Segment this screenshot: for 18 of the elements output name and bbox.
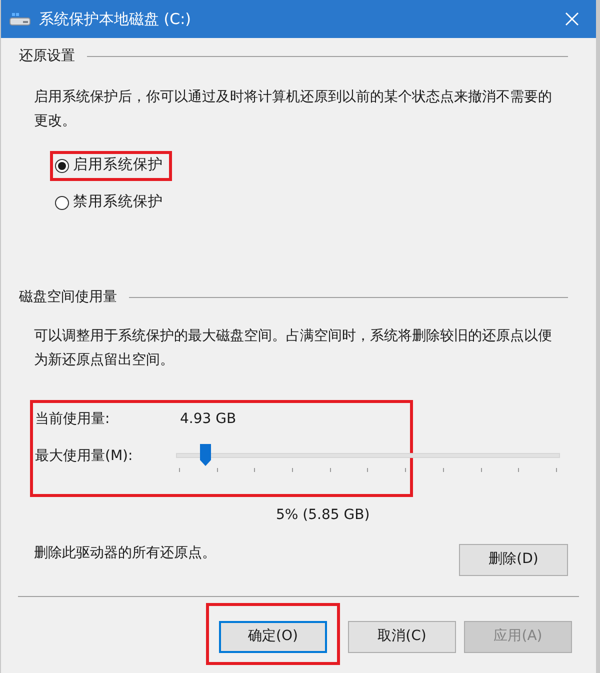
current-usage-label: 当前使用量: xyxy=(35,410,111,428)
description-text: 可以调整用于系统保护的最大磁盘空间。占满空间时，系统将删除较旧的还原点以便为新还原点留出空间。 xyxy=(34,326,553,370)
radio-option[interactable]: 禁用系统保护 xyxy=(55,192,173,214)
section-heading: 还原设置 xyxy=(19,47,75,66)
description-text: 启用系统保护后，你可以通过及时将计算机还原到以前的某个状态点来撤消不需要的更改。 xyxy=(34,88,552,131)
dialog-button[interactable]: 确定(O) xyxy=(219,620,327,652)
delete-restore-points-text: 删除此驱动器的所有还原点。 xyxy=(34,544,216,563)
close-icon xyxy=(565,12,579,26)
dialog-button[interactable]: 取消(C) xyxy=(348,620,456,652)
section-heading: 磁盘空间使用量 xyxy=(19,288,117,306)
max-usage-reading: 5% (5.85 GB) xyxy=(276,506,370,524)
window-title: 系统保护本地磁盘 (C:) xyxy=(39,8,192,30)
slider-thumb[interactable] xyxy=(200,444,211,466)
max-usage-label: 最大使用量(M): xyxy=(35,446,134,466)
delete-button[interactable]: 删除(D) xyxy=(459,544,568,576)
current-usage-value: 4.93 GB xyxy=(180,410,236,428)
max-usage-slider[interactable] xyxy=(176,444,560,474)
drive-icon xyxy=(9,12,31,26)
